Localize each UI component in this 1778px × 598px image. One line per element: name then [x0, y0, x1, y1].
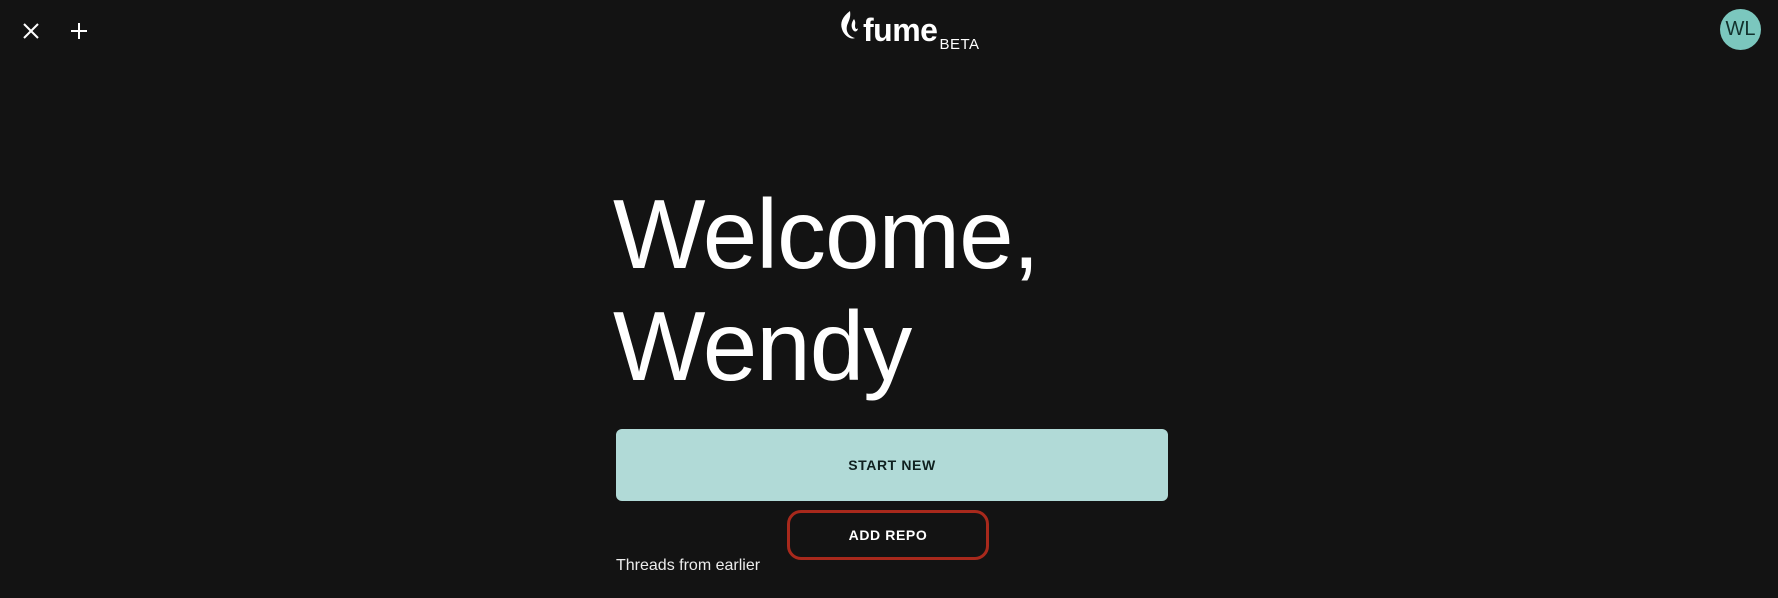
welcome-heading: Welcome, Wendy [613, 178, 1040, 402]
welcome-line-greeting: Welcome, [613, 179, 1040, 289]
close-icon[interactable] [14, 14, 48, 48]
flame-icon [838, 9, 860, 46]
welcome-line-name: Wendy [613, 291, 912, 401]
start-new-button[interactable]: START NEW [616, 429, 1168, 501]
beta-badge: BETA [939, 36, 980, 53]
add-repo-button[interactable]: ADD REPO [787, 510, 989, 560]
plus-icon[interactable] [62, 14, 96, 48]
logo-wordmark: fume [863, 12, 938, 48]
fume-logo[interactable]: fume BETA [838, 9, 980, 53]
app-page: fume BETA WL Welcome, Wendy START NEW AD… [0, 0, 1778, 598]
threads-heading: Threads from earlier [616, 557, 761, 574]
avatar[interactable]: WL [1720, 9, 1761, 50]
